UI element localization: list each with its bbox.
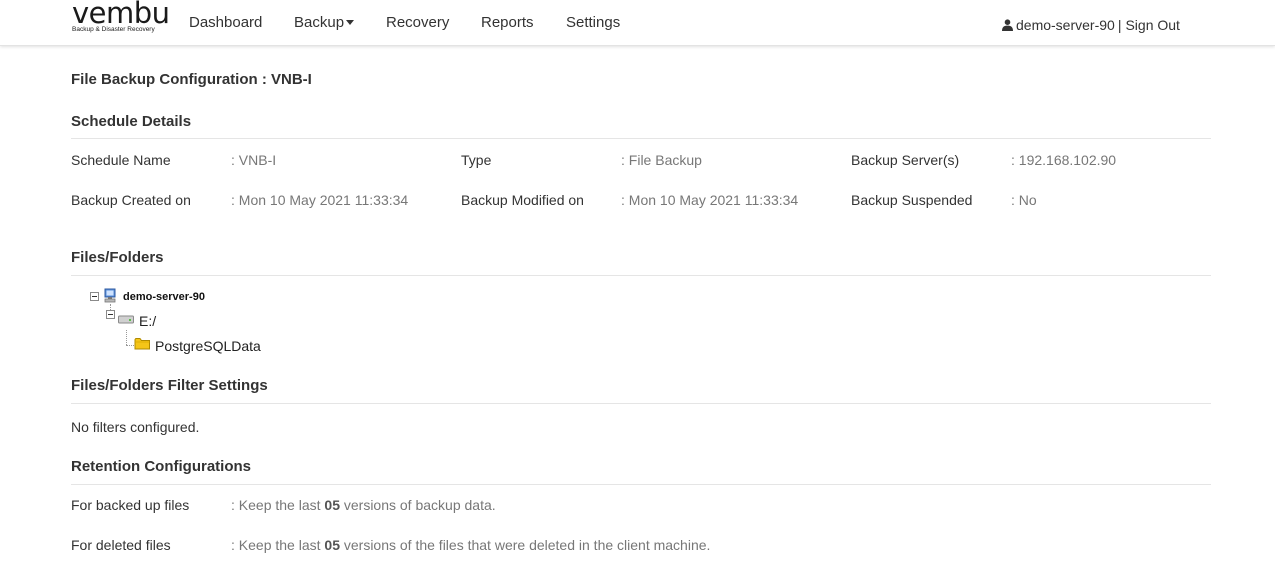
backed-up-files-label: For backed up files — [71, 497, 190, 513]
filter-settings-title: Files/Folders Filter Settings — [71, 377, 268, 394]
tree-connector — [126, 345, 134, 346]
files-divider — [71, 275, 1211, 276]
nav-reports[interactable]: Reports — [481, 14, 534, 31]
retention-prefix: : Keep the last — [231, 537, 325, 553]
nav-dashboard[interactable]: Dashboard — [189, 14, 262, 31]
retention-title: Retention Configurations — [71, 458, 251, 475]
deleted-files-value: : Keep the last 05 versions of the files… — [231, 537, 710, 553]
vembu-logo[interactable]: vembu Backup & Disaster Recovery — [72, 0, 172, 38]
collapse-drive-icon[interactable] — [106, 310, 115, 319]
backed-up-files-value: : Keep the last 05 versions of backup da… — [231, 497, 496, 513]
backup-server-label: Backup Server(s) — [851, 152, 960, 168]
retention-count: 05 — [324, 537, 340, 553]
modified-on-value: : Mon 10 May 2021 11:33:34 — [621, 192, 799, 208]
filter-divider — [71, 403, 1211, 404]
retention-suffix: versions of backup data. — [339, 497, 496, 513]
created-on-label: Backup Created on — [71, 192, 191, 208]
nav-backup-label: Backup — [294, 14, 345, 31]
logo-subtitle: Backup & Disaster Recovery — [72, 26, 155, 33]
computer-icon — [104, 288, 116, 303]
signout-link[interactable]: Sign Out — [1125, 17, 1179, 33]
collapse-server-icon[interactable] — [90, 292, 99, 301]
schedule-divider — [71, 138, 1211, 139]
tree-server-label[interactable]: demo-server-90 — [123, 291, 205, 303]
files-folders-title: Files/Folders — [71, 249, 164, 266]
drive-icon — [118, 315, 134, 324]
schedule-name-label: Schedule Name — [71, 152, 171, 168]
schedule-name-value: : VNB-I — [231, 152, 277, 168]
nav-backup[interactable]: Backup — [294, 14, 355, 31]
caret-down-icon — [346, 20, 355, 25]
schedule-details-title: Schedule Details — [71, 113, 192, 130]
tree-drive-label[interactable]: E:/ — [139, 313, 156, 329]
retention-divider — [71, 484, 1211, 485]
nav-settings[interactable]: Settings — [566, 14, 620, 31]
created-on-value: : Mon 10 May 2021 11:33:34 — [231, 192, 409, 208]
tree-connector — [126, 330, 127, 345]
suspended-label: Backup Suspended — [851, 192, 973, 208]
type-value: : File Backup — [621, 152, 702, 168]
user-icon — [1002, 19, 1013, 31]
nav-separator: | — [1117, 17, 1122, 33]
retention-count: 05 — [324, 497, 340, 513]
top-navbar: vembu Backup & Disaster Recovery Dashboa… — [0, 0, 1275, 46]
no-filters-text: No filters configured. — [71, 419, 200, 435]
user-area: demo-server-90 | Sign Out — [1002, 17, 1180, 33]
retention-prefix: : Keep the last — [231, 497, 325, 513]
deleted-files-label: For deleted files — [71, 537, 171, 553]
type-label: Type — [461, 152, 492, 168]
page-title: File Backup Configuration : VNB-I — [71, 71, 312, 88]
retention-suffix: versions of the files that were deleted … — [339, 537, 711, 553]
folder-icon — [134, 338, 150, 350]
modified-on-label: Backup Modified on — [461, 192, 584, 208]
suspended-value: : No — [1011, 192, 1037, 208]
username: demo-server-90 — [1016, 17, 1115, 33]
backup-server-value: : 192.168.102.90 — [1011, 152, 1117, 168]
tree-folder-label[interactable]: PostgreSQLData — [155, 338, 261, 354]
nav-recovery[interactable]: Recovery — [386, 14, 449, 31]
